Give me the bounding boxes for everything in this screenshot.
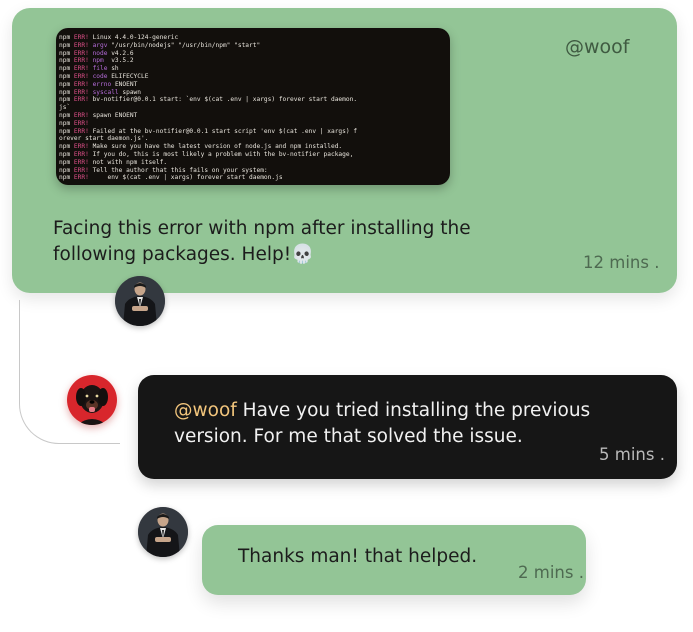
terminal-line: npm ERR! file sh	[59, 65, 442, 73]
terminal-prefix: npm	[59, 80, 71, 88]
reply2-timestamp: 2 mins .	[518, 563, 584, 582]
terminal-key: syscall	[92, 88, 119, 96]
terminal-key: argv	[92, 41, 108, 49]
dog-icon	[67, 375, 117, 425]
man-in-suit-icon	[115, 276, 165, 326]
terminal-error-code: ERR!	[73, 34, 89, 41]
terminal-error-code: ERR!	[73, 96, 89, 104]
thread-connector	[19, 300, 120, 444]
terminal-line: npm ERR! If you do, this is most likely …	[59, 151, 442, 159]
terminal-prefix: npm	[59, 174, 71, 182]
reply2-message: Thanks man! that helped.	[238, 546, 478, 567]
terminal-text: spawn ENOENT	[92, 111, 138, 119]
terminal-prefix: npm	[59, 143, 71, 151]
terminal-text: ENOENT	[114, 80, 138, 88]
terminal-error-code: ERR!	[73, 72, 89, 80]
terminal-line: npm ERR! not with npm itself.	[59, 159, 442, 167]
reply2-author-avatar[interactable]	[138, 507, 188, 557]
terminal-line: npm ERR!	[59, 120, 442, 128]
reply-timestamp: 5 mins .	[599, 445, 665, 464]
terminal-error-code: ERR!	[73, 65, 89, 73]
terminal-text: ELIFECYCLE	[111, 72, 149, 80]
terminal-key: node	[92, 49, 108, 57]
terminal-prefix: npm	[59, 166, 71, 174]
terminal-line: npm ERR! Make sure you have the latest v…	[59, 143, 442, 151]
terminal-key: code	[92, 72, 108, 80]
terminal-error-code: ERR!	[73, 41, 89, 49]
terminal-prefix: npm	[59, 65, 71, 73]
terminal-text: orever start daemon.js'.	[59, 135, 149, 143]
terminal-prefix: npm	[59, 49, 71, 57]
terminal-output: npm ERR! Linux 4.4.0-124-generic npm ERR!…	[56, 28, 450, 182]
terminal-error-code: ERR!	[73, 143, 89, 151]
terminal-error-code: ERR!	[73, 119, 89, 127]
terminal-line: npm ERR! Linux 4.4.0-124-generic	[59, 34, 442, 42]
post-card[interactable]: npm ERR! Linux 4.4.0-124-generic npm ERR!…	[12, 8, 677, 293]
terminal-prefix: npm	[59, 57, 71, 65]
man-in-suit-icon	[138, 507, 188, 557]
terminal-error-code: ERR!	[73, 49, 89, 57]
terminal-text: Make sure you have the latest version of…	[92, 143, 343, 151]
terminal-line: npm ERR! env $(cat .env | xargs) forever…	[59, 174, 442, 182]
terminal-error-code: ERR!	[73, 174, 89, 182]
terminal-prefix: npm	[59, 96, 71, 104]
terminal-line: npm ERR! bv-notifier@0.0.1 start: `env $…	[59, 96, 442, 104]
terminal-line: orever start daemon.js'.	[59, 135, 442, 143]
post-handle[interactable]: @woof	[565, 36, 629, 58]
reply-mention[interactable]: @woof	[174, 400, 237, 421]
terminal-line: npm ERR! argv "/usr/bin/nodejs" "/usr/bi…	[59, 42, 442, 50]
terminal-error-code: ERR!	[73, 88, 89, 96]
terminal-text: Linux 4.4.0-124-generic	[92, 34, 179, 41]
terminal-text: Tell the author that this fails on your …	[92, 166, 268, 174]
terminal-line: js`	[59, 104, 442, 112]
post-author-avatar[interactable]	[115, 276, 165, 326]
reply-card[interactable]: @woof Have you tried installing the prev…	[138, 375, 677, 479]
terminal-text: v4.2.6	[111, 49, 134, 57]
terminal-error-code: ERR!	[73, 166, 89, 174]
reply-message-text: Have you tried installing the previous v…	[174, 400, 591, 447]
terminal-text: Failed at the bv-notifier@0.0.1 start sc…	[92, 127, 358, 135]
terminal-prefix: npm	[59, 34, 71, 41]
terminal-error-code: ERR!	[73, 80, 89, 88]
terminal-error-code: ERR!	[73, 57, 89, 65]
terminal-key: npm	[92, 57, 104, 65]
reply-author-avatar[interactable]	[67, 375, 117, 425]
terminal-line: npm ERR! Tell the author that this fails…	[59, 167, 442, 175]
terminal-text: not with npm itself.	[92, 158, 168, 166]
terminal-line: npm ERR! npm v3.5.2	[59, 57, 442, 65]
terminal-error-code: ERR!	[73, 158, 89, 166]
terminal-prefix: npm	[59, 119, 71, 127]
terminal-key: file	[92, 65, 108, 73]
terminal-prefix: npm	[59, 41, 71, 49]
terminal-text: js`	[59, 104, 71, 112]
terminal-error-code: ERR!	[73, 111, 89, 119]
reply-message: @woof Have you tried installing the prev…	[174, 398, 644, 450]
terminal-line: npm ERR! Failed at the bv-notifier@0.0.1…	[59, 128, 442, 136]
post-message: Facing this error with npm after install…	[53, 218, 471, 265]
terminal-prefix: npm	[59, 88, 71, 96]
terminal-text: "/usr/bin/nodejs" "/usr/bin/npm" "start"	[111, 41, 261, 49]
terminal-text: spawn	[122, 88, 142, 96]
terminal-error-code: ERR!	[73, 150, 89, 158]
reply2-card[interactable]: Thanks man! that helped. 2 mins .	[202, 525, 586, 595]
chat-thread: npm ERR! Linux 4.4.0-124-generic npm ERR!…	[0, 0, 693, 632]
terminal-line: npm ERR! node v4.2.6	[59, 50, 442, 58]
terminal-text: v3.5.2	[107, 57, 134, 65]
terminal-text: env $(cat .env | xargs) forever start da…	[92, 174, 283, 182]
post-timestamp: 12 mins .	[583, 253, 660, 272]
terminal-prefix: npm	[59, 158, 71, 166]
terminal-prefix: npm	[59, 150, 71, 158]
terminal-text: sh	[111, 65, 119, 73]
terminal-line: npm ERR! errno ENOENT	[59, 81, 442, 89]
terminal-text: bv-notifier@0.0.1 start: `env $(cat .env…	[92, 96, 358, 104]
terminal-prefix: npm	[59, 111, 71, 119]
terminal-prefix: npm	[59, 127, 71, 135]
error-screenshot[interactable]: npm ERR! Linux 4.4.0-124-generic npm ERR!…	[56, 28, 450, 185]
terminal-prefix: npm	[59, 72, 71, 80]
terminal-line: npm ERR! spawn ENOENT	[59, 112, 442, 120]
terminal-line: npm ERR! code ELIFECYCLE	[59, 73, 442, 81]
terminal-error-code: ERR!	[73, 127, 89, 135]
terminal-key: errno	[92, 80, 112, 88]
terminal-text: If you do, this is most likely a problem…	[92, 150, 354, 158]
